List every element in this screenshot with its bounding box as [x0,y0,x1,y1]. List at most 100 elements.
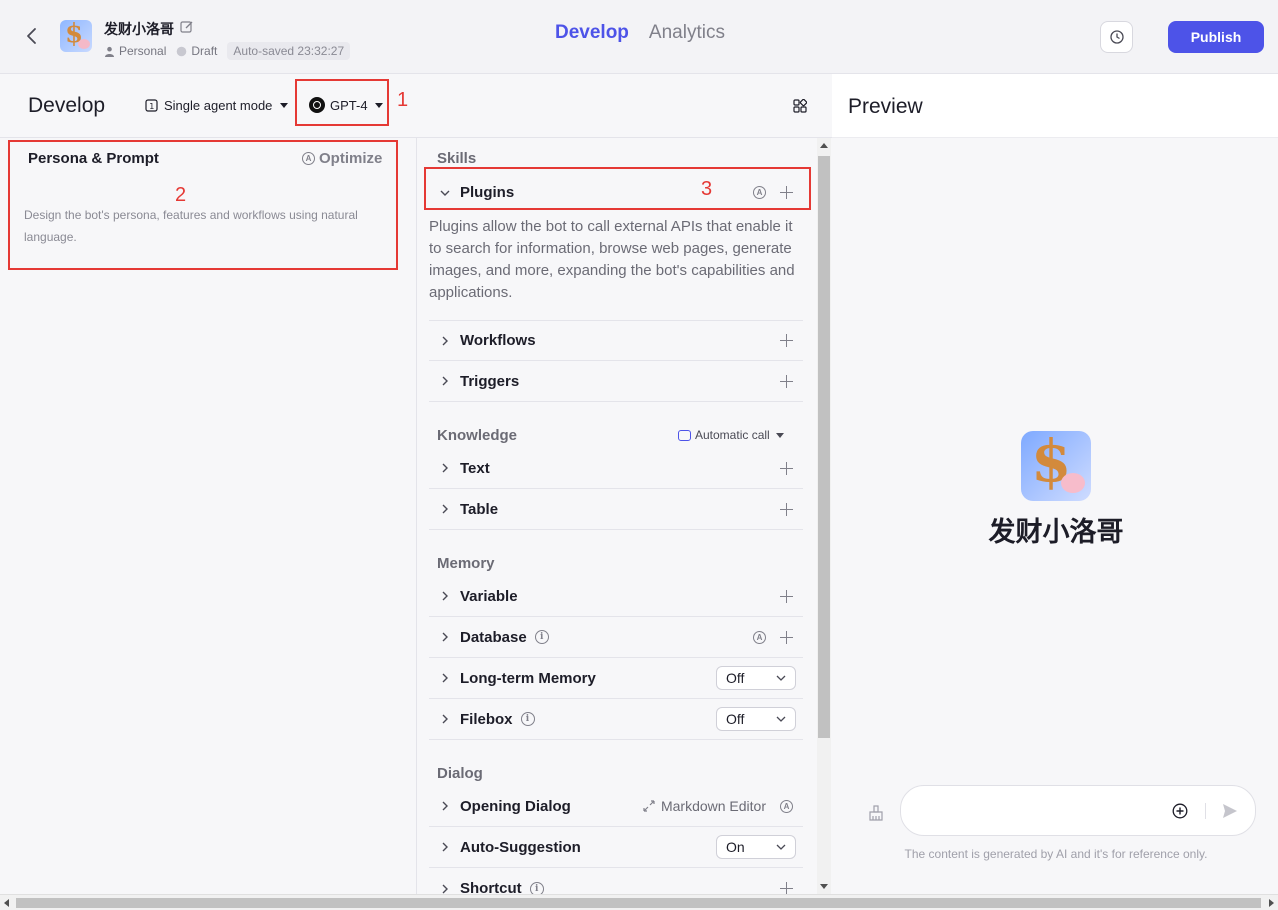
shortcut-row[interactable]: Shortcut i [429,868,803,894]
add-shortcut-icon[interactable] [780,882,793,894]
triggers-row[interactable]: Triggers [429,361,803,402]
variable-row[interactable]: Variable [429,576,803,617]
knowledge-call-mode-select[interactable]: Automatic call [678,428,784,442]
history-icon [1109,30,1124,44]
longterm-memory-select[interactable]: Off [716,666,796,690]
table-knowledge-row[interactable]: Table [429,489,803,530]
page-horizontal-scrollbar[interactable] [0,894,1278,910]
add-database-icon[interactable] [780,630,793,644]
auto-call-icon [678,429,691,441]
text-label: Text [460,459,490,477]
chevron-down-icon [776,716,786,722]
chevron-right-icon [439,883,457,895]
tab-analytics[interactable]: Analytics [649,22,725,44]
bot-avatar: $ [60,20,92,52]
knowledge-section-label: Knowledge [437,427,518,444]
annotation-box-persona [8,140,398,270]
opening-dialog-label: Opening Dialog [460,797,571,815]
top-bar: $ 发财小洛哥 Personal Draft Auto-saved 23:32:… [0,0,1278,74]
scroll-left-arrow-icon[interactable] [4,899,9,907]
chevron-right-icon [439,503,457,515]
preview-panel: Preview $ 发财小洛哥 The content is generated… [832,74,1278,894]
layout-grid-icon[interactable] [793,98,808,113]
expand-icon [643,800,655,812]
skills-scrollbar[interactable] [817,138,831,894]
skills-section-label: Skills [437,150,477,167]
variable-label: Variable [460,587,518,605]
workflows-row[interactable]: Workflows [429,320,803,361]
person-icon [105,46,114,57]
ai-auto-icon[interactable]: A [753,630,766,644]
text-knowledge-row[interactable]: Text [429,448,803,489]
main-tabs: Develop Analytics [555,22,725,44]
preview-bot-name: 发财小洛哥 [988,517,1124,548]
add-workflow-icon[interactable] [780,334,793,347]
skills-panel: Skills Plugins A Plugins allow the bot t… [418,138,832,894]
add-variable-icon[interactable] [780,589,793,603]
caret-down-icon [280,103,289,108]
scroll-right-arrow-icon[interactable] [1269,899,1274,907]
auto-suggestion-value: On [726,839,745,855]
edit-icon[interactable] [180,20,194,34]
markdown-editor-button[interactable]: Markdown Editor [643,798,766,814]
markdown-editor-label: Markdown Editor [660,798,766,814]
chevron-right-icon [439,672,457,684]
chat-input[interactable] [900,785,1256,836]
add-trigger-icon[interactable] [780,374,793,388]
scroll-down-arrow-icon[interactable] [820,884,828,889]
history-button[interactable] [1100,21,1133,53]
preview-body: $ 发财小洛哥 The content is generated by AI a… [832,138,1278,894]
memory-section-label: Memory [437,555,495,572]
filebox-row[interactable]: Filebox i Off [429,699,803,740]
auto-suggestion-select[interactable]: On [716,835,796,859]
chevron-right-icon [439,335,457,347]
database-label: Database [460,628,527,646]
bot-name: 发财小洛哥 [104,22,174,38]
info-icon[interactable]: i [529,881,544,894]
scrollbar-thumb[interactable] [818,156,830,738]
chevron-right-icon [439,841,457,853]
autosave-label: Auto-saved 23:32:27 [227,42,351,60]
agent-mode-icon: 1 [145,99,158,112]
table-label: Table [460,500,499,518]
ai-auto-icon[interactable]: A [780,799,793,813]
status-badge: Draft [176,44,217,58]
annotation-number-1: 1 [397,89,409,111]
ai-disclaimer: The content is generated by AI and it's … [904,847,1208,861]
longterm-memory-label: Long-term Memory [460,669,596,687]
publish-button[interactable]: Publish [1168,21,1264,53]
opening-dialog-row[interactable]: Opening Dialog Markdown Editor A [429,786,803,827]
longterm-memory-row[interactable]: Long-term Memory Off [429,658,803,699]
annotation-box-plugins [424,167,811,210]
clear-history-icon[interactable] [868,805,884,821]
annotation-box-model [295,79,389,126]
info-icon[interactable]: i [534,630,549,644]
database-row[interactable]: Database i A [429,617,803,658]
input-divider [1205,803,1206,819]
filebox-select[interactable]: Off [716,707,796,731]
auto-suggestion-row[interactable]: Auto-Suggestion On [429,827,803,868]
bot-avatar-large: $ [1021,431,1091,501]
info-icon[interactable]: i [520,712,535,726]
annotation-number-2: 2 [175,184,187,206]
add-table-icon[interactable] [780,502,793,516]
workflows-label: Workflows [460,332,536,349]
svg-text:1: 1 [149,102,154,111]
plugins-description: Plugins allow the bot to call external A… [429,218,795,301]
filebox-label: Filebox [460,710,513,728]
tab-develop[interactable]: Develop [555,22,629,44]
back-arrow-icon[interactable] [22,26,42,46]
scroll-up-arrow-icon[interactable] [820,143,828,148]
bot-meta: Personal Draft Auto-saved 23:32:27 [104,42,351,60]
agent-mode-label: Single agent mode [164,98,273,113]
call-mode-label: Automatic call [695,428,770,442]
chevron-down-icon [776,844,786,850]
chevron-right-icon [439,631,457,643]
add-text-icon[interactable] [780,461,793,475]
add-attachment-icon[interactable] [1172,803,1188,819]
scrollbar-thumb[interactable] [16,898,1261,908]
chevron-right-icon [439,800,457,812]
caret-down-icon [775,432,784,438]
agent-mode-select[interactable]: 1 Single agent mode [145,98,289,113]
send-icon[interactable] [1221,802,1239,820]
